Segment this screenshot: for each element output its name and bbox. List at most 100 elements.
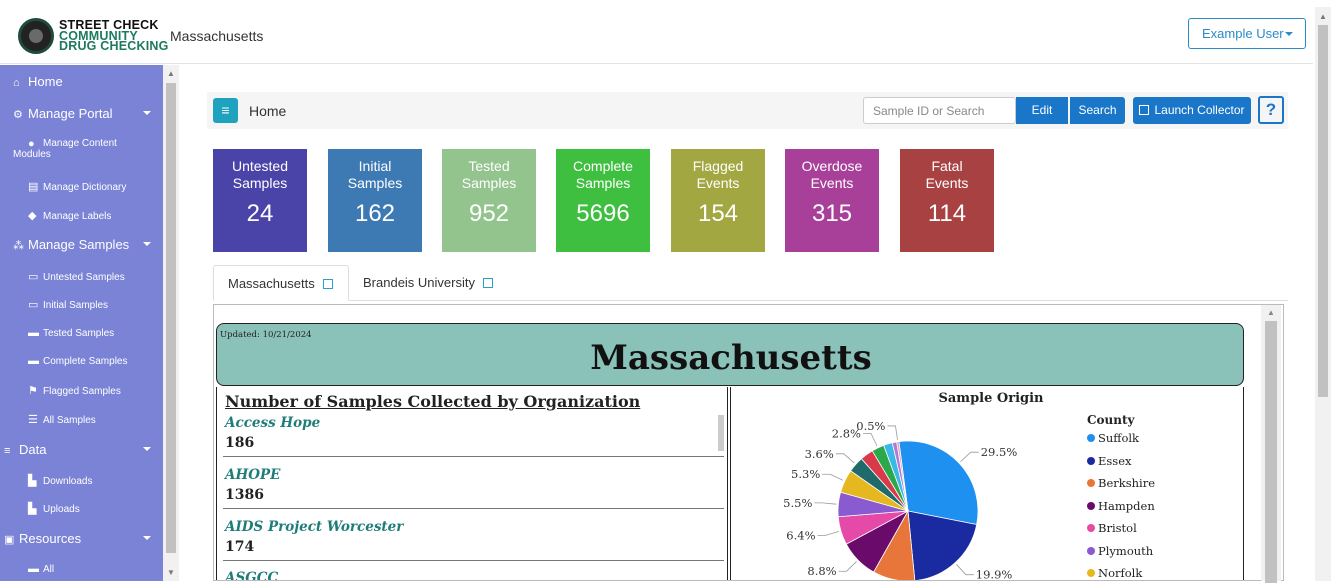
sidebar-item-label: Untested Samples — [43, 272, 125, 283]
report-title: Massachusetts — [590, 338, 872, 378]
legend-label: Hampden — [1098, 498, 1155, 513]
legend-item[interactable]: Plymouth — [1087, 544, 1153, 558]
tile-fatal-events[interactable]: Fatal Events 114 — [900, 149, 994, 252]
sidebar-item-manage-samples[interactable]: ⁂ Manage Samples — [0, 237, 163, 252]
sidebar-item-untested-samples[interactable]: ▭ Untested Samples — [0, 270, 163, 283]
tile-complete-samples[interactable]: Complete Samples 5696 — [556, 149, 650, 252]
sidebar-item-all[interactable]: ▬ All — [0, 563, 163, 575]
sidebar-scrollbar-thumb[interactable] — [166, 83, 176, 553]
book-icon: ▤ — [28, 181, 39, 193]
sidebar-item-home[interactable]: ⌂ Home — [0, 74, 163, 89]
sidebar-item-label: Manage Content — [43, 138, 117, 149]
tile-label: Tested — [468, 158, 510, 174]
sidebar: ⌂ Home ⚙ Manage Portal ● Manage Content Modu… — [0, 65, 163, 581]
sidebar-item-manage-portal[interactable]: ⚙ Manage Portal — [0, 106, 163, 121]
tile-value: 5696 — [576, 200, 630, 227]
tile-initial-samples[interactable]: Initial Samples 162 — [328, 149, 422, 252]
legend-item[interactable]: Essex — [1087, 454, 1132, 468]
legend-item[interactable]: Norfolk — [1087, 566, 1142, 580]
pie-leader-line — [838, 561, 857, 572]
legend-item[interactable]: Bristol — [1087, 521, 1137, 535]
org-divider — [223, 456, 724, 457]
tile-flagged-events[interactable]: Flagged Events 154 — [671, 149, 765, 252]
sidebar-item-tested-samples[interactable]: ▬ Tested Samples — [0, 327, 163, 339]
help-button[interactable]: ? — [1258, 96, 1284, 124]
sidebar-item-complete-samples[interactable]: ▬ Complete Samples — [0, 355, 163, 367]
legend-item[interactable]: Suffolk — [1087, 431, 1139, 445]
battery-empty-icon: ▭ — [28, 271, 39, 283]
tile-label: Overdose — [801, 158, 863, 174]
tile-tested-samples[interactable]: Tested Samples 952 — [442, 149, 536, 252]
tab-massachusetts[interactable]: Massachusetts — [213, 265, 349, 301]
sidebar-item-all-samples[interactable]: ☰ All Samples — [0, 413, 163, 426]
sidebar-item-uploads[interactable]: ▙ Uploads — [0, 502, 163, 515]
page-scrollbar-thumb[interactable] — [1318, 25, 1328, 397]
pie-data-label: 6.4% — [786, 528, 815, 542]
org-divider — [223, 508, 724, 509]
battery-half-icon: ▬ — [28, 327, 39, 339]
report-scrollbar-thumb[interactable] — [1265, 321, 1277, 583]
tile-value: 24 — [246, 200, 274, 227]
legend-title: County — [1087, 413, 1135, 427]
pie-leader-line — [835, 453, 855, 464]
sidebar-item-manage-content-modules[interactable]: ● Manage Content Modules — [0, 138, 163, 160]
site-title: Massachusetts — [170, 28, 264, 44]
legend-item[interactable]: Hampden — [1087, 499, 1155, 513]
tile-value: 154 — [697, 200, 739, 227]
sample-origin-panel: Sample Origin 29.5% 19.9% 8.8% 6.4% 5.5% 5.3%… — [730, 387, 1244, 580]
pie-leader-line — [822, 473, 844, 481]
scroll-down-arrow-icon[interactable]: ▼ — [167, 568, 175, 577]
org-value: 186 — [225, 435, 255, 451]
scroll-up-arrow-icon[interactable]: ▲ — [1267, 308, 1275, 317]
external-link-icon[interactable] — [322, 279, 333, 289]
external-link-icon[interactable] — [483, 278, 493, 288]
legend-dot-icon — [1087, 456, 1095, 465]
report-banner: Updated: 10/21/2024 Massachusetts — [216, 323, 1244, 386]
sidebar-item-data[interactable]: ≡ Data — [0, 442, 163, 457]
flag-icon: ⚑ — [28, 385, 38, 397]
sidebar-item-label: Manage Portal — [28, 106, 113, 121]
tile-label-2: Samples — [347, 175, 403, 191]
sidebar-item-resources[interactable]: ▣ Resources — [0, 531, 163, 546]
street-check-logo-icon[interactable] — [18, 18, 54, 54]
menu-toggle-icon[interactable]: ≡ — [213, 98, 238, 123]
tile-untested-samples[interactable]: Untested Samples 24 — [213, 149, 307, 252]
sidebar-item-initial-samples[interactable]: ▭ Initial Samples — [0, 298, 163, 311]
sidebar-item-downloads[interactable]: ▙ Downloads — [0, 474, 163, 487]
pie-data-label: 8.8% — [807, 564, 836, 578]
tile-overdose-events[interactable]: Overdose Events 315 — [785, 149, 879, 252]
legend-label: Suffolk — [1098, 431, 1140, 445]
folder-open-icon: ▣ — [4, 534, 15, 546]
tab-brandeis-university[interactable]: Brandeis University — [349, 265, 509, 301]
legend-label: Bristol — [1098, 521, 1137, 535]
legend-item[interactable]: Berkshire — [1087, 476, 1155, 490]
tile-label-2: Samples — [232, 175, 288, 191]
tab-label: Massachusetts — [228, 276, 315, 291]
tile-label: Untested — [231, 158, 289, 174]
launch-collector-label: Launch Collector — [1154, 103, 1245, 117]
report-scrollbar[interactable]: ▲ — [1261, 305, 1281, 583]
sidebar-item-flagged-samples[interactable]: ⚑ Flagged Samples — [0, 384, 163, 397]
sidebar-item-manage-dictionary[interactable]: ▤ Manage Dictionary — [0, 180, 163, 193]
pie-data-label: 0.5% — [856, 419, 885, 433]
sidebar-scrollbar[interactable]: ▲ ▼ — [163, 65, 179, 581]
search-button[interactable]: Search — [1070, 97, 1125, 124]
home-icon: ⌂ — [13, 77, 20, 89]
org-list-scrollbar[interactable] — [718, 415, 724, 451]
tile-value: 114 — [927, 200, 967, 227]
pie-data-label: 5.3% — [791, 467, 820, 481]
launch-collector-button[interactable]: Launch Collector — [1133, 97, 1251, 124]
legend-label: Plymouth — [1098, 543, 1154, 558]
breadcrumb-home: Home — [249, 103, 287, 119]
page-scrollbar[interactable]: ▲ — [1315, 7, 1331, 581]
sidebar-item-label: All Samples — [43, 415, 96, 426]
user-menu-button[interactable]: Example User — [1188, 18, 1306, 49]
sidebar-item-manage-labels[interactable]: ◆ Manage Labels — [0, 209, 163, 222]
edit-button[interactable]: Edit — [1016, 97, 1068, 124]
logo-line-3[interactable]: DRUG CHECKING — [59, 40, 169, 53]
sample-search-input[interactable] — [863, 97, 1016, 124]
scroll-up-arrow-icon[interactable]: ▲ — [167, 69, 175, 78]
legend-label: Berkshire — [1098, 476, 1156, 490]
scroll-up-arrow-icon[interactable]: ▲ — [1319, 12, 1327, 21]
external-link-icon — [1139, 105, 1150, 115]
